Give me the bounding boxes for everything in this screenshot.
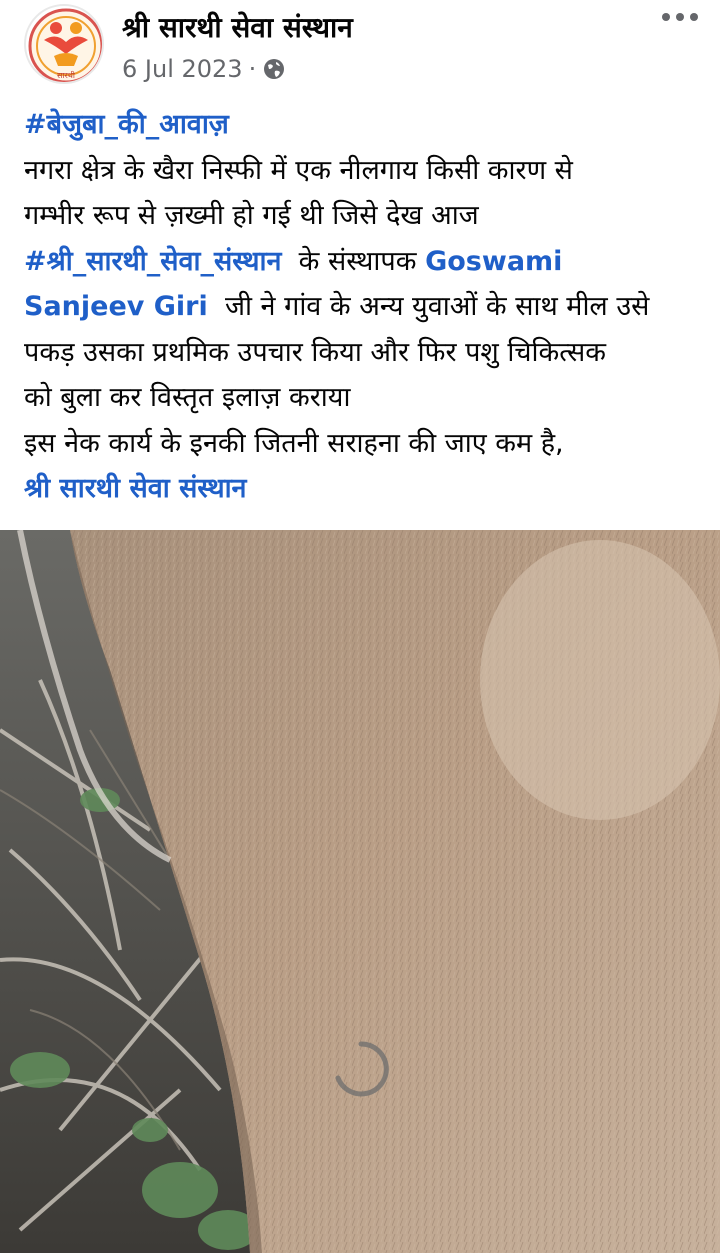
post-header: सारथी श्री सारथी सेवा संस्थान 6 Jul 2023… (0, 0, 720, 92)
page-avatar[interactable]: सारथी (24, 4, 104, 84)
meta-separator: · (248, 55, 257, 83)
text-line: श्री सारथी सेवा संस्थान (24, 466, 714, 512)
page-name-link[interactable]: श्री सारथी सेवा संस्थान (122, 8, 353, 46)
post-meta: 6 Jul 2023 · (122, 54, 286, 84)
more-dot (676, 13, 684, 21)
post-text: #बेजुबा_की_आवाज़ नगरा क्षेत्र के खैरा नि… (24, 102, 714, 512)
more-dot (690, 13, 698, 21)
text-line: नगरा क्षेत्र के खैरा निस्फी में एक नीलगा… (24, 154, 573, 186)
text-line: पकड़ उसका प्रथमिक उपचार किया और फिर पशु … (24, 336, 606, 368)
text-line: Sanjeev Giri जी ने गांव के अन्य युवाओं क… (24, 284, 714, 330)
text-line: इस नेक कार्य के इनकी जितनी सराहना की जाए… (24, 427, 564, 459)
text-line: को बुला कर विस्तृत इलाज़ कराया (24, 382, 351, 413)
globe-icon[interactable] (262, 57, 286, 81)
text-line: #बेजुबा_की_आवाज़ (24, 102, 714, 148)
text-line: #श्री_सारथी_सेवा_संस्थान के संस्थापक Gos… (24, 239, 714, 285)
svg-text:सारथी: सारथी (57, 70, 76, 80)
text-fragment: के संस्थापक (298, 245, 417, 277)
more-horizontal-icon (662, 13, 670, 21)
page-mention-link[interactable]: श्री सारथी सेवा संस्थान (24, 473, 247, 504)
person-mention-link[interactable]: Sanjeev Giri (24, 291, 208, 322)
text-fragment: जी ने गांव के अन्य युवाओं के साथ मील उसे (224, 291, 650, 322)
hashtag-link[interactable]: #श्री_सारथी_सेवा_संस्थान (24, 246, 281, 277)
nilgai-photo (0, 530, 720, 1253)
post-date[interactable]: 6 Jul 2023 (122, 55, 243, 83)
person-mention-link[interactable]: Goswami (425, 246, 562, 277)
loading-spinner-icon (330, 1038, 392, 1100)
text-line: गम्भीर रूप से ज़ख्मी हो गई थी जिसे देख आ… (24, 200, 479, 231)
post-photo[interactable] (0, 530, 720, 1253)
hashtag-link[interactable]: #बेजुबा_की_आवाज़ (24, 109, 229, 140)
facebook-post: सारथी श्री सारथी सेवा संस्थान 6 Jul 2023… (0, 0, 720, 1253)
org-logo: सारथी (28, 8, 102, 82)
more-options-button[interactable] (652, 0, 708, 34)
